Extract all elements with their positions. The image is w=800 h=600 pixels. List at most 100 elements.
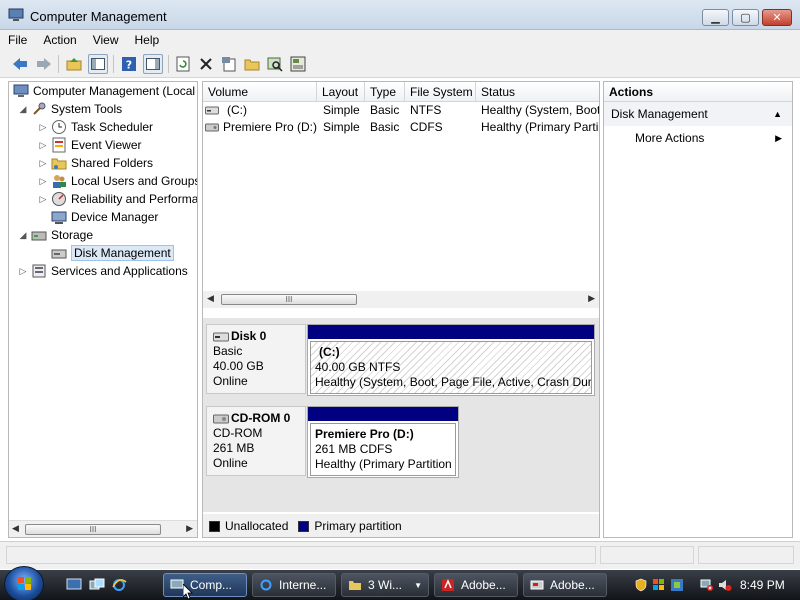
switch-windows-icon[interactable] [89,578,105,592]
network-disconnected-icon[interactable] [700,578,714,592]
start-button[interactable] [4,566,44,600]
expand-arrow-icon[interactable]: ▷ [37,140,49,151]
status-segment [6,546,596,564]
volume-d-block[interactable]: Premiere Pro (D:) 261 MB CDFS Healthy (P… [307,406,459,478]
help-icon[interactable]: ? [119,54,139,74]
clock[interactable]: 8:49 PM [740,578,785,592]
task-label: Adobe... [461,578,506,592]
expand-arrow-icon[interactable]: ▷ [37,122,49,133]
tree-item-computer-management[interactable]: Computer Management (Local [11,82,195,100]
column-status[interactable]: Status [476,82,599,102]
disk-name: Disk 0 [231,329,267,343]
expand-arrow-icon[interactable]: ▷ [17,266,29,277]
disk-state: Online [213,374,248,388]
tree-item-shared-folders[interactable]: ▷ Shared Folders [37,154,154,172]
tree-item-task-scheduler[interactable]: ▷ Task Scheduler [37,118,153,136]
taskbar-item-adobe-1[interactable]: Adobe... [434,573,518,597]
scroll-thumb[interactable]: III [221,294,357,305]
expand-arrow-icon[interactable]: ▷ [37,194,49,205]
shared-folder-icon [51,155,67,171]
taskbar-item-internet-explorer[interactable]: Interne... [252,573,336,597]
legend-label: Primary partition [314,519,402,533]
column-file-system[interactable]: File System [405,82,476,102]
security-shield-icon[interactable] [634,578,648,592]
collapse-up-arrow-icon[interactable]: ▲ [773,102,782,126]
disk-state: Online [213,456,248,470]
tree-item-disk-management[interactable]: Disk Management [49,244,174,262]
tree-item-system-tools[interactable]: ◢ System Tools [17,100,123,118]
column-layout[interactable]: Layout [317,82,365,102]
folder-icon [349,581,361,590]
volume-row[interactable]: (C:) Simple Basic NTFS Healthy (System, … [203,102,599,119]
disk-0-card[interactable]: Disk 0 Basic 40.00 GB Online [206,324,306,394]
actions-group-disk-management[interactable]: Disk Management ▲ [604,102,792,126]
forward-arrow-icon[interactable] [34,54,54,74]
properties-icon[interactable] [219,54,239,74]
adobe-installer-icon [530,580,544,590]
volume-c-block[interactable]: (C:) 40.00 GB NTFS Healthy (System, Boot… [307,324,595,396]
volume-file-system: NTFS [410,103,442,117]
show-hide-action-pane-icon[interactable] [143,54,163,74]
collapse-arrow-icon[interactable]: ◢ [17,230,29,241]
volume-row[interactable]: Premiere Pro (D:) Simple Basic CDFS Heal… [203,119,599,136]
maximize-button[interactable]: ▢ [732,9,759,26]
volume-type: Basic [370,103,400,117]
scroll-right-arrow-icon[interactable]: ▶ [588,293,595,304]
tree-label: Computer Management (Local [33,84,196,98]
status-segment [600,546,694,564]
console-tree: Computer Management (Local ◢ System Tool… [8,81,198,538]
expand-arrow-icon[interactable]: ▷ [37,176,49,187]
cdrom-0-card[interactable]: CD-ROM 0 CD-ROM 261 MB Online [206,406,306,476]
volume-file-system: CDFS [410,120,443,134]
taskbar-item-computer-management[interactable]: Comp... [163,573,247,597]
column-volume[interactable]: Volume [203,82,317,102]
disk-properties-icon[interactable] [288,54,308,74]
tree-item-storage[interactable]: ◢ Storage [17,226,94,244]
menu-view[interactable]: View [85,33,127,47]
computer-management-icon [170,579,184,589]
volume-muted-icon[interactable] [718,578,732,592]
tree-item-local-users-and-groups[interactable]: ▷ Local Users and Groups [37,172,197,190]
cd-drive-icon [213,414,229,423]
tree-horizontal-scrollbar[interactable]: ◀ III ▶ [9,520,197,537]
more-actions-item[interactable]: More Actions ▶ [604,126,792,150]
refresh-icon[interactable] [173,54,193,74]
unallocated-swatch [209,520,220,532]
title-bar: Computer Management ▁ ▢ ✕ [0,0,800,30]
taskbar-item-windows-group[interactable]: 3 Wi... ▼ [341,573,429,597]
tree-item-event-viewer[interactable]: ▷ Event Viewer [37,136,141,154]
scroll-left-arrow-icon[interactable]: ◀ [12,523,19,534]
scroll-thumb[interactable]: III [25,524,161,535]
tree-item-services-and-applications[interactable]: ▷ Services and Applications [17,262,188,280]
tree-label: Device Manager [71,210,159,224]
internet-explorer-icon[interactable] [111,578,127,592]
delete-icon[interactable] [196,54,216,74]
security-center-icon[interactable] [670,578,684,592]
close-button[interactable]: ✕ [762,9,792,26]
menu-file[interactable]: File [0,33,35,47]
minimize-button[interactable]: ▁ [702,9,729,26]
collapse-arrow-icon[interactable]: ◢ [17,104,29,115]
scroll-left-arrow-icon[interactable]: ◀ [207,293,214,304]
tree-item-reliability-and-performance[interactable]: ▷ Reliability and Performa [37,190,197,208]
disk-graph-view: Disk 0 Basic 40.00 GB Online (C:) 40.00 … [203,318,599,512]
taskbar-item-adobe-2[interactable]: Adobe... [523,573,607,597]
window-title: Computer Management [30,9,167,24]
column-type[interactable]: Type [365,82,405,102]
menu-help[interactable]: Help [127,33,168,47]
search-disk-icon[interactable] [265,54,285,74]
open-folder-icon[interactable] [242,54,262,74]
show-desktop-icon[interactable] [66,578,82,592]
back-arrow-icon[interactable] [10,54,30,74]
event-viewer-icon [51,137,67,153]
volume-list-horizontal-scrollbar[interactable]: ◀ III ▶ [203,291,599,308]
menu-action[interactable]: Action [35,33,84,47]
tree-item-device-manager[interactable]: Device Manager [49,208,158,226]
volume-status: Healthy (System, Boot, Page File, Active… [315,375,592,389]
volume-name: Premiere Pro (D:) [223,120,318,134]
show-hide-tree-icon[interactable] [88,54,108,74]
windows-flag-icon[interactable] [652,578,666,592]
up-folder-icon[interactable] [64,54,84,74]
scroll-right-arrow-icon[interactable]: ▶ [186,523,193,534]
expand-arrow-icon[interactable]: ▷ [37,158,49,169]
